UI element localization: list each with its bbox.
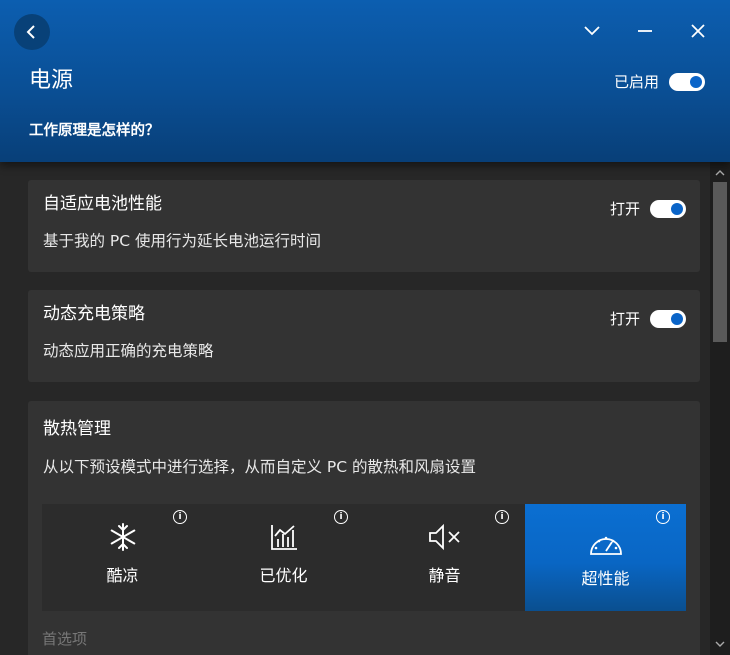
thermal-mode-selector: i 酷凉 i 已优化 i 静音 i 超性能 — [42, 504, 686, 611]
switch-label: 打开 — [609, 200, 640, 218]
scroll-down-icon[interactable] — [714, 638, 726, 650]
dynamic-charging-switch: 打开 — [610, 308, 686, 329]
card-title: 动态充电策略 — [43, 304, 145, 324]
mode-label: 已优化 — [259, 566, 308, 585]
mute-icon — [428, 523, 460, 551]
mode-ultra-performance[interactable]: i 超性能 — [525, 504, 686, 611]
minimize-button[interactable] — [632, 18, 658, 44]
snowflake-icon — [110, 523, 135, 551]
how-it-works-link[interactable]: 工作原理是怎样的？ — [29, 119, 160, 140]
minimize-to-tray-button[interactable] — [579, 18, 605, 44]
dynamic-charging-toggle[interactable] — [650, 309, 686, 328]
chart-icon — [270, 525, 297, 550]
settings-content: 自适应电池性能 基于我的 PC 使用行为延长电池运行时间 打开 动态充电策略 动… — [0, 162, 710, 655]
mode-label: 静音 — [428, 566, 461, 585]
switch-label: 打开 — [609, 310, 640, 328]
close-icon — [691, 24, 705, 38]
header-bar: 电源 已启用 工作原理是怎样的？ — [0, 0, 730, 162]
info-icon[interactable]: i — [173, 510, 187, 524]
close-button[interactable] — [685, 18, 711, 44]
minimize-icon — [638, 30, 652, 32]
dynamic-charging-card: 动态充电策略 动态应用正确的充电策略 打开 — [28, 290, 700, 382]
back-button[interactable] — [14, 14, 50, 50]
card-description: 基于我的 PC 使用行为延长电池运行时间 — [43, 232, 322, 250]
back-arrow-icon — [26, 25, 35, 39]
card-description: 从以下预设模式中进行选择，从而自定义 PC 的散热和风扇设置 — [43, 458, 477, 476]
scroll-up-icon[interactable] — [714, 167, 726, 179]
scrollbar-thumb[interactable] — [713, 182, 727, 342]
mode-label: 酷凉 — [106, 566, 139, 585]
adaptive-battery-toggle[interactable] — [650, 199, 686, 218]
speedometer-icon — [589, 536, 622, 555]
enabled-toggle[interactable] — [669, 72, 705, 91]
mode-cool[interactable]: i 酷凉 — [42, 504, 203, 611]
page-title: 电源 — [29, 68, 74, 93]
thermal-management-card: 散热管理 从以下预设模式中进行选择，从而自定义 PC 的散热和风扇设置 i 酷凉… — [28, 401, 700, 655]
preferences-label: 首选项 — [42, 630, 88, 648]
mode-optimized[interactable]: i 已优化 — [203, 504, 364, 611]
card-description: 动态应用正确的充电策略 — [43, 342, 214, 360]
info-icon[interactable]: i — [495, 510, 509, 524]
info-icon[interactable]: i — [656, 510, 670, 524]
scrollbar[interactable] — [710, 162, 730, 655]
adaptive-battery-card: 自适应电池性能 基于我的 PC 使用行为延长电池运行时间 打开 — [28, 180, 700, 272]
adaptive-battery-switch: 打开 — [610, 198, 686, 219]
enabled-switch-group: 已启用 — [614, 71, 705, 92]
mode-label: 超性能 — [581, 569, 630, 588]
enabled-label: 已启用 — [613, 73, 659, 91]
mode-quiet[interactable]: i 静音 — [364, 504, 525, 611]
card-title: 散热管理 — [43, 419, 111, 439]
info-icon[interactable]: i — [334, 510, 348, 524]
card-title: 自适应电池性能 — [43, 194, 162, 214]
chevron-down-icon — [584, 26, 600, 36]
